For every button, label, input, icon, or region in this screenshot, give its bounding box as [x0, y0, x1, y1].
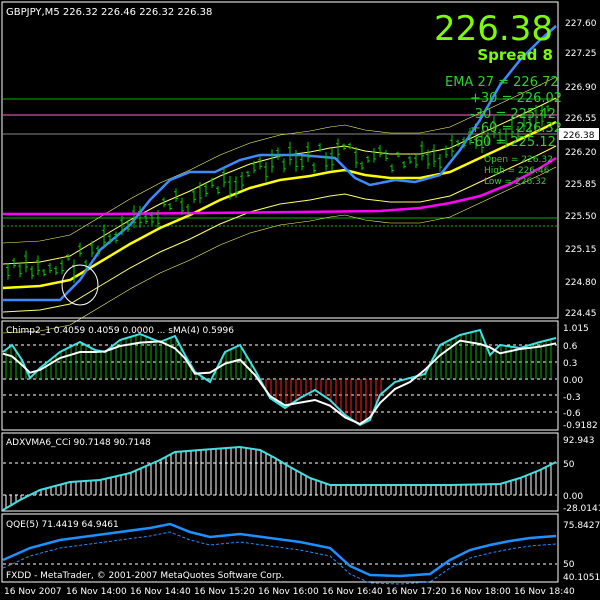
main-y-tick: 225.85 — [565, 180, 597, 190]
trading-chart-window[interactable]: GBPJPY,M5 226.32 226.46 226.32 226.38 22… — [0, 0, 600, 600]
time-tick: 16 Nov 2007 — [4, 587, 62, 597]
time-tick: 16 Nov 16:40 — [322, 587, 383, 597]
main-y-tick: 225.15 — [565, 245, 597, 255]
low-annotation: Low = 226.32 — [484, 177, 546, 187]
adx-y-tick: 50 — [563, 460, 575, 470]
time-tick: 16 Nov 16:00 — [258, 587, 319, 597]
time-tick: 16 Nov 18:00 — [450, 587, 511, 597]
time-axis: 16 Nov 2007 16 Nov 14:00 16 Nov 14:40 16… — [4, 587, 575, 597]
chimp-label: Chimp2_1 0.4059 0.4059 0.0000 ... sMA(4)… — [6, 326, 234, 336]
minus30-annotation: -30 = 225.42 — [470, 107, 556, 122]
current-price-tag-text: 226.38 — [563, 131, 595, 141]
chimp-y-tick: -0.6 — [563, 409, 581, 419]
open-annotation: Open = 226.32 — [484, 155, 553, 165]
adx-y-tick: 0.00 — [563, 492, 583, 502]
main-y-tick: 224.80 — [565, 278, 597, 288]
chimp-y-tick: -0.3 — [563, 393, 581, 403]
ema-annotation: EMA 27 = 226.72 — [445, 75, 559, 90]
qqe-y-tick: 50 — [563, 560, 575, 570]
plus30-annotation: +30 = 226.02 — [470, 91, 562, 106]
high-annotation: High = 226.46 — [484, 166, 550, 176]
main-y-tick: 224.45 — [565, 309, 597, 319]
time-tick: 16 Nov 17:20 — [386, 587, 447, 597]
qqe-y-tick: 40.1051 — [563, 573, 600, 583]
main-y-tick: 226.90 — [565, 83, 597, 93]
big-price: 226.38 — [434, 9, 553, 49]
chimp-y-tick: -0.9182 — [563, 421, 598, 431]
spread-label: Spread 8 — [477, 46, 553, 64]
main-y-tick: 227.60 — [565, 19, 597, 29]
chart-background — [0, 0, 600, 600]
chimp-y-tick: 1.015 — [563, 324, 589, 334]
adx-y-tick: -28.0141 — [563, 504, 600, 514]
qqe-y-tick: 75.8427 — [563, 521, 600, 531]
time-tick: 16 Nov 14:40 — [130, 587, 191, 597]
chimp-y-tick: 0.6 — [563, 342, 578, 352]
minus60-annotation: -60 = 225.12 — [470, 135, 556, 150]
qqe-label: QQE(5) 71.4419 64.9461 — [6, 520, 119, 530]
main-y-tick: 225.50 — [565, 212, 597, 222]
symbol-info: GBPJPY,M5 226.32 226.46 226.32 226.38 — [6, 7, 212, 18]
time-tick: 16 Nov 15:20 — [194, 587, 255, 597]
main-y-tick: 227.25 — [565, 49, 597, 59]
chimp-y-tick: 0.3 — [563, 359, 577, 369]
adx-y-tick: 92.943 — [563, 436, 595, 446]
main-y-tick: 226.20 — [565, 148, 597, 158]
adx-label: ADXVMA6_CCi 90.7148 90.7148 — [6, 438, 151, 448]
time-tick: 16 Nov 14:00 — [66, 587, 127, 597]
time-tick: 16 Nov 18:40 — [514, 587, 575, 597]
chimp-y-tick: 0.00 — [563, 376, 583, 386]
copyright-text: FXDD - MetaTrader, © 2001-2007 MetaQuote… — [6, 571, 284, 581]
plus60-annotation: +60 = 226.32 — [470, 121, 562, 136]
main-y-tick: 226.55 — [565, 114, 597, 124]
